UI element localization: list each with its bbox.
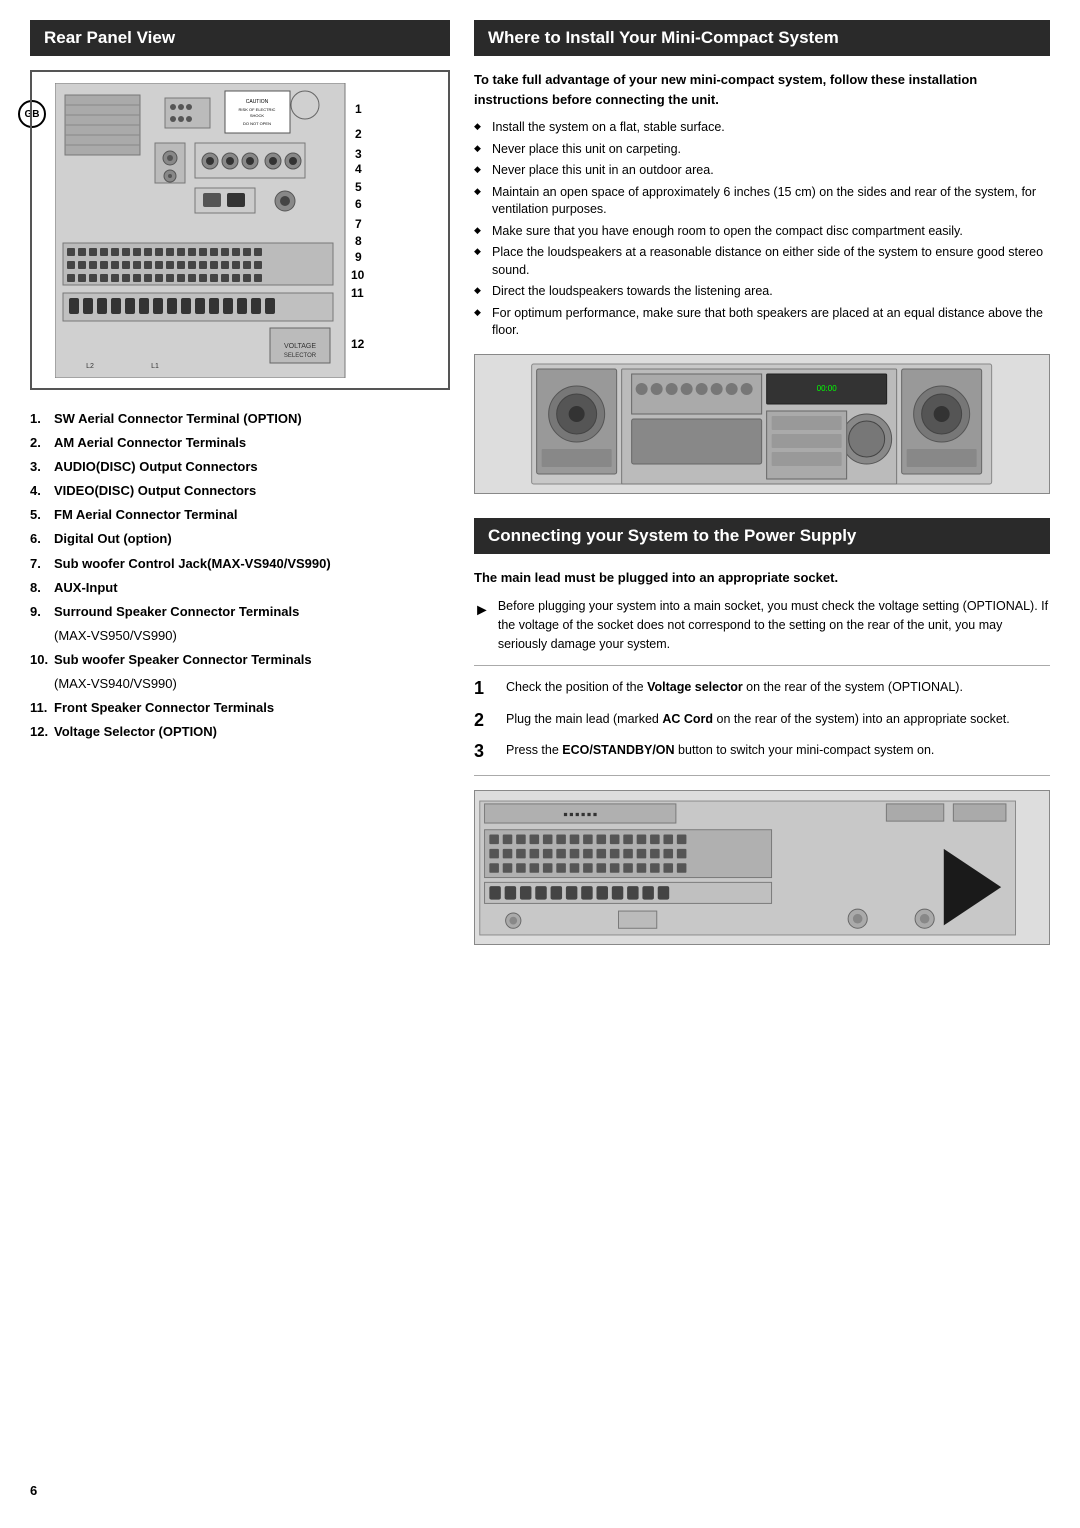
bullet-6: Place the loudspeakers at a reasonable d… bbox=[474, 244, 1050, 279]
svg-text:7: 7 bbox=[355, 217, 362, 231]
svg-text:6: 6 bbox=[355, 197, 362, 211]
svg-text:4: 4 bbox=[355, 162, 362, 176]
list-item-4: 4. VIDEO(DISC) Output Connectors bbox=[30, 480, 450, 502]
power-title: Connecting your System to the Power Supp… bbox=[474, 518, 1050, 554]
panel-svg: CAUTION RISK OF ELECTRIC SHOCK DO NOT OP… bbox=[55, 83, 425, 378]
bottom-image: ■ ■ ■ ■ ■ ■ bbox=[474, 790, 1050, 945]
svg-text:5: 5 bbox=[355, 180, 362, 194]
list-item-1: 1. SW Aerial Connector Terminal (OPTION) bbox=[30, 408, 450, 430]
bullet-8: For optimum performance, make sure that … bbox=[474, 305, 1050, 340]
install-intro: To take full advantage of your new mini-… bbox=[474, 70, 1050, 109]
items-list: 1. SW Aerial Connector Terminal (OPTION)… bbox=[30, 408, 450, 743]
bullet-2: Never place this unit on carpeting. bbox=[474, 141, 1050, 159]
device-image: 00:00 bbox=[474, 354, 1050, 494]
svg-text:L2: L2 bbox=[86, 363, 94, 370]
step-1: 1 Check the position of the Voltage sele… bbox=[474, 678, 1050, 700]
power-intro: The main lead must be plugged into an ap… bbox=[474, 568, 1050, 588]
arrow-icon: ► bbox=[474, 599, 490, 623]
bullet-3: Never place this unit in an outdoor area… bbox=[474, 162, 1050, 180]
svg-text:9: 9 bbox=[355, 250, 362, 264]
bullet-4: Maintain an open space of approximately … bbox=[474, 184, 1050, 219]
right-column: Where to Install Your Mini-Compact Syste… bbox=[474, 20, 1050, 1508]
list-item-3: 3. AUDIO(DISC) Output Connectors bbox=[30, 456, 450, 478]
rear-panel-title: Rear Panel View bbox=[30, 20, 450, 56]
list-item-8: 8. AUX-Input bbox=[30, 577, 450, 599]
svg-text:3: 3 bbox=[355, 147, 362, 161]
svg-text:SELECTOR: SELECTOR bbox=[284, 353, 317, 359]
svg-text:10: 10 bbox=[351, 268, 365, 282]
device-svg: 00:00 bbox=[489, 359, 1034, 489]
svg-text:12: 12 bbox=[351, 337, 365, 351]
bottom-svg: ■ ■ ■ ■ ■ ■ bbox=[475, 793, 1049, 943]
list-item-12: 12. Voltage Selector (OPTION) bbox=[30, 721, 450, 743]
svg-text:00:00: 00:00 bbox=[817, 384, 838, 393]
svg-text:11: 11 bbox=[351, 286, 364, 300]
list-item-10: 10. Sub woofer Speaker Connector Termina… bbox=[30, 649, 450, 671]
steps-list: 1 Check the position of the Voltage sele… bbox=[474, 678, 1050, 763]
svg-text:RISK OF ELECTRIC: RISK OF ELECTRIC bbox=[239, 107, 276, 112]
list-item-2: 2. AM Aerial Connector Terminals bbox=[30, 432, 450, 454]
divider-2 bbox=[474, 775, 1050, 776]
rear-panel-diagram: CAUTION RISK OF ELECTRIC SHOCK DO NOT OP… bbox=[30, 70, 450, 390]
svg-text:DO NOT OPEN: DO NOT OPEN bbox=[243, 121, 271, 126]
svg-text:SHOCK: SHOCK bbox=[250, 113, 265, 118]
install-bullets: Install the system on a flat, stable sur… bbox=[474, 119, 1050, 340]
step-3: 3 Press the ECO/STANDBY/ON button to swi… bbox=[474, 741, 1050, 763]
list-item-10-sub: (MAX-VS940/VS990) bbox=[54, 673, 450, 695]
list-item-6: 6. Digital Out (option) bbox=[30, 528, 450, 550]
svg-text:1: 1 bbox=[355, 102, 362, 116]
svg-text:L1: L1 bbox=[151, 363, 159, 370]
power-note: ► Before plugging your system into a mai… bbox=[474, 597, 1050, 653]
svg-text:2: 2 bbox=[355, 127, 362, 141]
list-item-9: 9. Surround Speaker Connector Terminals bbox=[30, 601, 450, 623]
svg-text:CAUTION: CAUTION bbox=[246, 99, 269, 105]
power-section: Connecting your System to the Power Supp… bbox=[474, 518, 1050, 946]
left-column: Rear Panel View bbox=[30, 20, 450, 1508]
svg-text:VOLTAGE: VOLTAGE bbox=[284, 343, 316, 350]
install-title: Where to Install Your Mini-Compact Syste… bbox=[474, 20, 1050, 56]
list-item-5: 5. FM Aerial Connector Terminal bbox=[30, 504, 450, 526]
svg-text:■ ■ ■ ■ ■ ■: ■ ■ ■ ■ ■ ■ bbox=[563, 811, 597, 818]
panel-image: CAUTION RISK OF ELECTRIC SHOCK DO NOT OP… bbox=[55, 83, 425, 378]
divider-1 bbox=[474, 665, 1050, 666]
svg-text:8: 8 bbox=[355, 234, 362, 248]
step-2: 2 Plug the main lead (marked AC Cord on … bbox=[474, 710, 1050, 732]
list-item-7: 7. Sub woofer Control Jack(MAX-VS940/VS9… bbox=[30, 553, 450, 575]
bullet-7: Direct the loudspeakers towards the list… bbox=[474, 283, 1050, 301]
page-number: 6 bbox=[30, 1483, 37, 1498]
bullet-5: Make sure that you have enough room to o… bbox=[474, 223, 1050, 241]
page: GB Rear Panel View bbox=[0, 0, 1080, 1528]
bullet-1: Install the system on a flat, stable sur… bbox=[474, 119, 1050, 137]
install-section: Where to Install Your Mini-Compact Syste… bbox=[474, 20, 1050, 494]
list-item-11: 11. Front Speaker Connector Terminals bbox=[30, 697, 450, 719]
list-item-9-sub: (MAX-VS950/VS990) bbox=[54, 625, 450, 647]
